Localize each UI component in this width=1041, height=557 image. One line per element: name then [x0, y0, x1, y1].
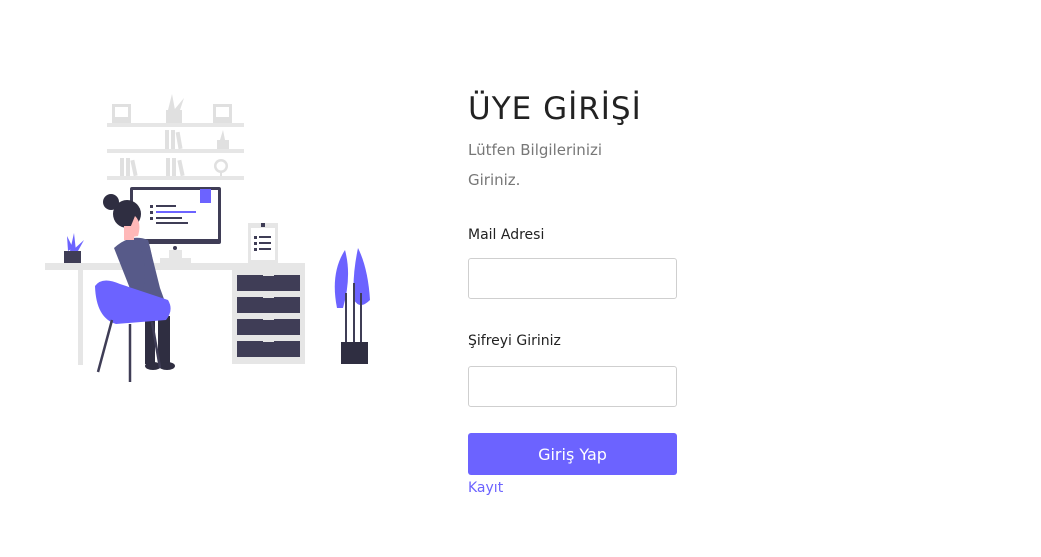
password-label: Şifreyi Giriniz — [468, 333, 561, 349]
workspace-illustration — [45, 94, 370, 382]
clipboard — [248, 223, 278, 263]
email-input[interactable] — [468, 258, 677, 299]
shelf-unit — [107, 94, 244, 180]
login-button[interactable]: Giriş Yap — [468, 433, 677, 475]
floor-plant — [334, 248, 370, 364]
page-title: ÜYE GİRİŞİ — [468, 91, 642, 127]
password-input[interactable] — [468, 366, 677, 407]
email-label: Mail Adresi — [468, 227, 545, 243]
page-subtitle: Lütfen Bilgilerinizi Giriniz. — [468, 141, 603, 189]
login-form: ÜYE GİRİŞİ Lütfen Bilgilerinizi Giriniz.… — [468, 88, 708, 496]
desk-plant — [64, 233, 84, 263]
desk — [45, 263, 305, 365]
register-link[interactable]: Kayıt — [468, 480, 503, 496]
login-page: ÜYE GİRİŞİ Lütfen Bilgilerinizi Giriniz.… — [0, 0, 1041, 557]
